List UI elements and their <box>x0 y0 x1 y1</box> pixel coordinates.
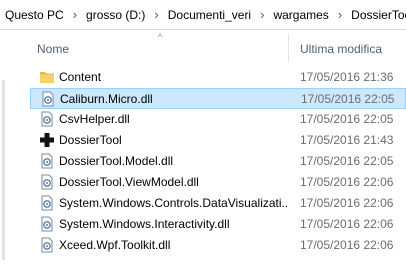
file-name: Xceed.Wpf.Toolkit.dll <box>59 238 171 252</box>
chevron-right-icon[interactable]: › <box>146 7 166 22</box>
file-name: CsvHelper.dll <box>59 112 130 126</box>
breadcrumb-drive[interactable]: grosso (D:) <box>85 8 146 22</box>
dll-file-icon <box>41 195 53 211</box>
breadcrumb-documenti-veri[interactable]: Documenti_veri <box>167 8 252 22</box>
file-date: 17/05/2016 22:06 <box>300 175 394 189</box>
file-date: 17/05/2016 22:06 <box>300 196 394 210</box>
file-date: 17/05/2016 22:05 <box>300 112 394 126</box>
list-item[interactable]: DossierTool 17/05/2016 21:43 <box>30 130 406 151</box>
file-name: DossierTool <box>59 133 122 147</box>
dll-file-icon <box>42 91 54 107</box>
list-item-selected[interactable]: Caliburn.Micro.dll 17/05/2016 22:05 <box>30 88 406 109</box>
file-date: 17/05/2016 21:36 <box>300 70 394 84</box>
file-name: Caliburn.Micro.dll <box>60 92 153 106</box>
file-date: 17/05/2016 22:05 <box>301 92 395 106</box>
breadcrumb-questo-pc[interactable]: Questo PC <box>4 8 65 22</box>
chevron-right-icon[interactable]: › <box>330 7 350 22</box>
column-header-name[interactable]: Nome <box>37 42 69 56</box>
breadcrumb-dossiertool[interactable]: DossierTool <box>350 8 406 22</box>
folder-icon <box>40 72 54 83</box>
address-bar[interactable]: Questo PC › grosso (D:) › Documenti_veri… <box>0 0 406 30</box>
file-name: System.Windows.Interactivity.dll <box>59 217 230 231</box>
dll-file-icon <box>41 216 53 232</box>
file-name: DossierTool.ViewModel.dll <box>59 175 199 189</box>
navigation-scrollbar[interactable] <box>2 80 5 260</box>
list-item[interactable]: Xceed.Wpf.Toolkit.dll 17/05/2016 22:06 <box>30 235 406 256</box>
column-header-bar: ^ Nome Ultima modifica <box>17 30 406 66</box>
file-date: 17/05/2016 22:05 <box>300 154 394 168</box>
chevron-right-icon[interactable]: › <box>252 7 272 22</box>
dll-file-icon <box>41 237 53 253</box>
list-item[interactable]: DossierTool.ViewModel.dll 17/05/2016 22:… <box>30 172 406 193</box>
file-date: 17/05/2016 22:06 <box>300 217 394 231</box>
list-item[interactable]: CsvHelper.dll 17/05/2016 22:05 <box>30 109 406 130</box>
breadcrumb-wargames[interactable]: wargames <box>272 8 329 22</box>
column-divider[interactable] <box>288 34 289 62</box>
file-name: System.Windows.Controls.DataVisualizati.… <box>59 196 287 210</box>
list-item[interactable]: System.Windows.Controls.DataVisualizati.… <box>30 193 406 214</box>
app-cross-icon <box>40 133 54 147</box>
list-item[interactable]: DossierTool.Model.dll 17/05/2016 22:05 <box>30 151 406 172</box>
sort-ascending-icon: ^ <box>158 32 163 42</box>
file-name: DossierTool.Model.dll <box>59 154 174 168</box>
chevron-right-icon[interactable]: › <box>65 7 85 22</box>
list-item[interactable]: System.Windows.Interactivity.dll 17/05/2… <box>30 214 406 235</box>
list-item[interactable]: Content 17/05/2016 21:36 <box>30 67 406 88</box>
breadcrumb: Questo PC › grosso (D:) › Documenti_veri… <box>4 7 406 22</box>
file-date: 17/05/2016 21:43 <box>300 133 394 147</box>
column-header-date[interactable]: Ultima modifica <box>300 42 382 56</box>
file-date: 17/05/2016 22:06 <box>300 238 394 252</box>
dll-file-icon <box>41 153 53 169</box>
file-name: Content <box>59 70 102 84</box>
dll-file-icon <box>41 111 53 127</box>
dll-file-icon <box>41 174 53 190</box>
navigation-pane[interactable] <box>0 30 17 269</box>
